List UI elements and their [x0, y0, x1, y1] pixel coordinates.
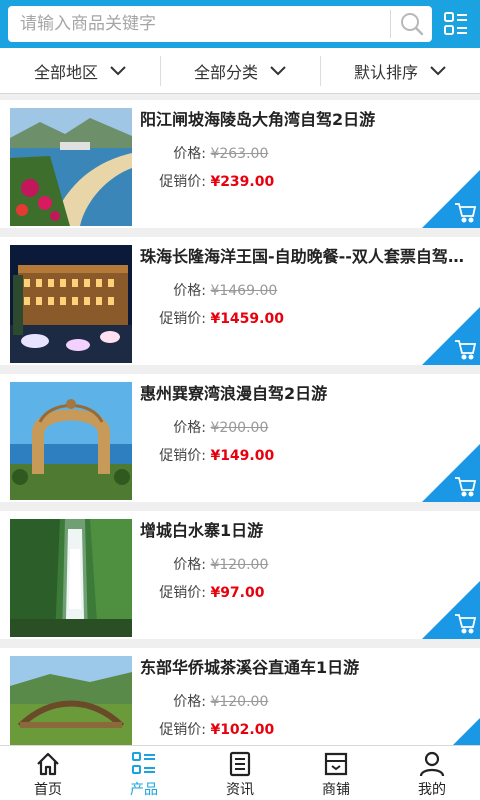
price-row: 价格: ¥263.00: [140, 144, 340, 164]
price-label: 价格:: [173, 146, 206, 162]
add-to-cart-button[interactable]: [422, 307, 480, 365]
chevron-down-icon: [270, 65, 286, 75]
promo-price: ¥97.00: [210, 585, 265, 601]
product-image[interactable]: [10, 108, 132, 226]
news-icon: [227, 751, 253, 777]
search-divider: [390, 10, 391, 38]
original-price: ¥263.00: [210, 146, 269, 162]
grid-menu-icon: [444, 12, 467, 35]
filter-bar: 全部地区 全部分类 默认排序: [0, 48, 480, 94]
nav-label-home: 首页: [34, 782, 62, 798]
chevron-down-icon: [430, 65, 446, 75]
search-box: [8, 6, 432, 42]
category-menu-button[interactable]: [436, 6, 476, 42]
original-price: ¥1469.00: [210, 283, 278, 299]
promo-price: ¥102.00: [210, 722, 275, 738]
product-image[interactable]: [10, 519, 132, 637]
price-row: 价格: ¥1469.00: [140, 281, 340, 301]
shop-icon: [323, 751, 349, 777]
nav-item-home[interactable]: 首页: [0, 746, 96, 800]
product-card[interactable]: 惠州巽寮湾浪漫自驾2日游 价格: ¥200.00 促销价: ¥149.00: [0, 374, 480, 502]
price-label: 价格:: [173, 420, 206, 436]
product-list: 阳江闸坡海陵岛大角湾自驾2日游 价格: ¥263.00 促销价: ¥239.00: [0, 100, 480, 745]
price-row: 价格: ¥120.00: [140, 555, 340, 575]
product-title[interactable]: 惠州巽寮湾浪漫自驾2日游: [140, 382, 470, 406]
original-price: ¥200.00: [210, 420, 269, 436]
price-label: 价格:: [173, 283, 206, 299]
product-list-icon: [131, 751, 157, 777]
add-to-cart-button[interactable]: [422, 581, 480, 639]
promo-price: ¥149.00: [210, 448, 275, 464]
filter-sort-label: 默认排序: [353, 62, 418, 82]
product-card[interactable]: 阳江闸坡海陵岛大角湾自驾2日游 价格: ¥263.00 促销价: ¥239.00: [0, 100, 480, 228]
nav-label-shop: 商铺: [322, 782, 350, 798]
promo-price: ¥239.00: [210, 174, 275, 190]
promo-row: 促销价: ¥1459.00: [140, 309, 340, 329]
product-card[interactable]: 增城白水寨1日游 价格: ¥120.00 促销价: ¥97.00: [0, 511, 480, 639]
price-label: 价格:: [173, 694, 206, 710]
nav-item-shop[interactable]: 商铺: [288, 746, 384, 800]
product-image[interactable]: [10, 245, 132, 363]
promo-label: 促销价:: [159, 585, 206, 601]
product-image[interactable]: [10, 656, 132, 745]
filter-region-label: 全部地区: [33, 62, 98, 82]
search-icon: [401, 13, 424, 36]
top-header: [0, 0, 480, 48]
search-button[interactable]: [392, 6, 432, 42]
price-label: 价格:: [173, 557, 206, 573]
product-card[interactable]: 东部华侨城茶溪谷直通车1日游 价格: ¥120.00 促销价: ¥102.00: [0, 648, 480, 745]
nav-item-me[interactable]: 我的: [384, 746, 480, 800]
filter-category-dropdown[interactable]: 全部分类: [160, 48, 320, 93]
add-to-cart-button[interactable]: [422, 170, 480, 228]
product-title[interactable]: 珠海长隆海洋王国-自助晚餐--双人套票自驾2日游: [140, 245, 470, 269]
nav-item-news[interactable]: 资讯: [192, 746, 288, 800]
promo-label: 促销价:: [159, 311, 206, 327]
nav-label-products: 产品: [130, 782, 158, 798]
promo-row: 促销价: ¥149.00: [140, 446, 340, 466]
filter-sort-dropdown[interactable]: 默认排序: [320, 48, 480, 93]
product-card[interactable]: 珠海长隆海洋王国-自助晚餐--双人套票自驾2日游 价格: ¥1469.00 促销…: [0, 237, 480, 365]
promo-label: 促销价:: [159, 448, 206, 464]
promo-label: 促销价:: [159, 722, 206, 738]
nav-item-products[interactable]: 产品: [96, 746, 192, 800]
filter-category-label: 全部分类: [193, 62, 258, 82]
promo-price: ¥1459.00: [210, 311, 284, 327]
promo-row: 促销价: ¥102.00: [140, 720, 340, 740]
product-title[interactable]: 东部华侨城茶溪谷直通车1日游: [140, 656, 470, 680]
original-price: ¥120.00: [210, 557, 269, 573]
price-row: 价格: ¥200.00: [140, 418, 340, 438]
promo-row: 促销价: ¥239.00: [140, 172, 340, 192]
product-title[interactable]: 增城白水寨1日游: [140, 519, 470, 543]
add-to-cart-button[interactable]: [422, 718, 480, 745]
user-icon: [419, 751, 445, 777]
nav-label-me: 我的: [418, 782, 446, 798]
promo-label: 促销价:: [159, 174, 206, 190]
original-price: ¥120.00: [210, 694, 269, 710]
chevron-down-icon: [110, 65, 126, 75]
promo-row: 促销价: ¥97.00: [140, 583, 340, 603]
product-image[interactable]: [10, 382, 132, 500]
add-to-cart-button[interactable]: [422, 444, 480, 502]
home-icon: [35, 751, 61, 777]
bottom-nav: 首页 产品 资讯 商铺 我的: [0, 745, 480, 800]
nav-label-news: 资讯: [226, 782, 254, 798]
price-row: 价格: ¥120.00: [140, 692, 340, 712]
filter-region-dropdown[interactable]: 全部地区: [0, 48, 160, 93]
product-title[interactable]: 阳江闸坡海陵岛大角湾自驾2日游: [140, 108, 470, 132]
search-input[interactable]: [8, 6, 384, 42]
